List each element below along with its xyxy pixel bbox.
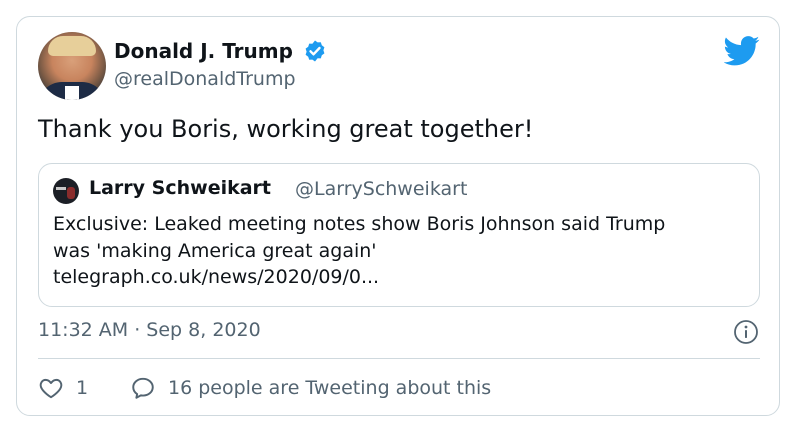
- avatar-detail: [56, 187, 66, 190]
- quoted-author-avatar: [53, 178, 79, 204]
- avatar-detail: [67, 187, 75, 199]
- quoted-text-line: Exclusive: Leaked meeting notes show Bor…: [53, 213, 666, 235]
- quoted-author-name: Larry Schweikart: [89, 177, 272, 199]
- quoted-tweet-text: Exclusive: Leaked meeting notes show Bor…: [53, 211, 753, 291]
- avatar-shirt: [65, 86, 79, 100]
- quoted-link[interactable]: telegraph.co.uk/news/2020/09/0...: [53, 264, 753, 291]
- like-button[interactable]: 1: [38, 375, 88, 401]
- like-count: 1: [76, 377, 89, 399]
- tweet-timestamp[interactable]: 11:32 AM · Sep 8, 2020: [38, 319, 261, 341]
- info-icon[interactable]: [733, 319, 759, 345]
- tweeting-about-text: 16 people are Tweeting about this: [168, 377, 492, 399]
- verified-badge-icon: [305, 40, 325, 62]
- author-handle[interactable]: @realDonaldTrump: [114, 68, 296, 90]
- quoted-tweet[interactable]: Larry Schweikart @LarrySchweikart Exclus…: [38, 163, 760, 307]
- reply-bubble-icon: [132, 377, 154, 399]
- quoted-author-handle: @LarrySchweikart: [295, 178, 468, 200]
- twitter-bird-icon[interactable]: [724, 36, 760, 66]
- author-name[interactable]: Donald J. Trump: [114, 39, 293, 63]
- quoted-text-line: was 'making America great again': [53, 239, 377, 262]
- tweeting-about-link[interactable]: 16 people are Tweeting about this: [130, 375, 491, 401]
- tweet-card: Donald J. Trump @realDonaldTrump Thank y…: [16, 16, 780, 416]
- author-avatar[interactable]: [38, 32, 106, 100]
- heart-icon: [39, 378, 63, 399]
- divider: [38, 358, 760, 359]
- tweet-text: Thank you Boris, working great together!: [38, 115, 534, 143]
- avatar-hair: [48, 36, 96, 56]
